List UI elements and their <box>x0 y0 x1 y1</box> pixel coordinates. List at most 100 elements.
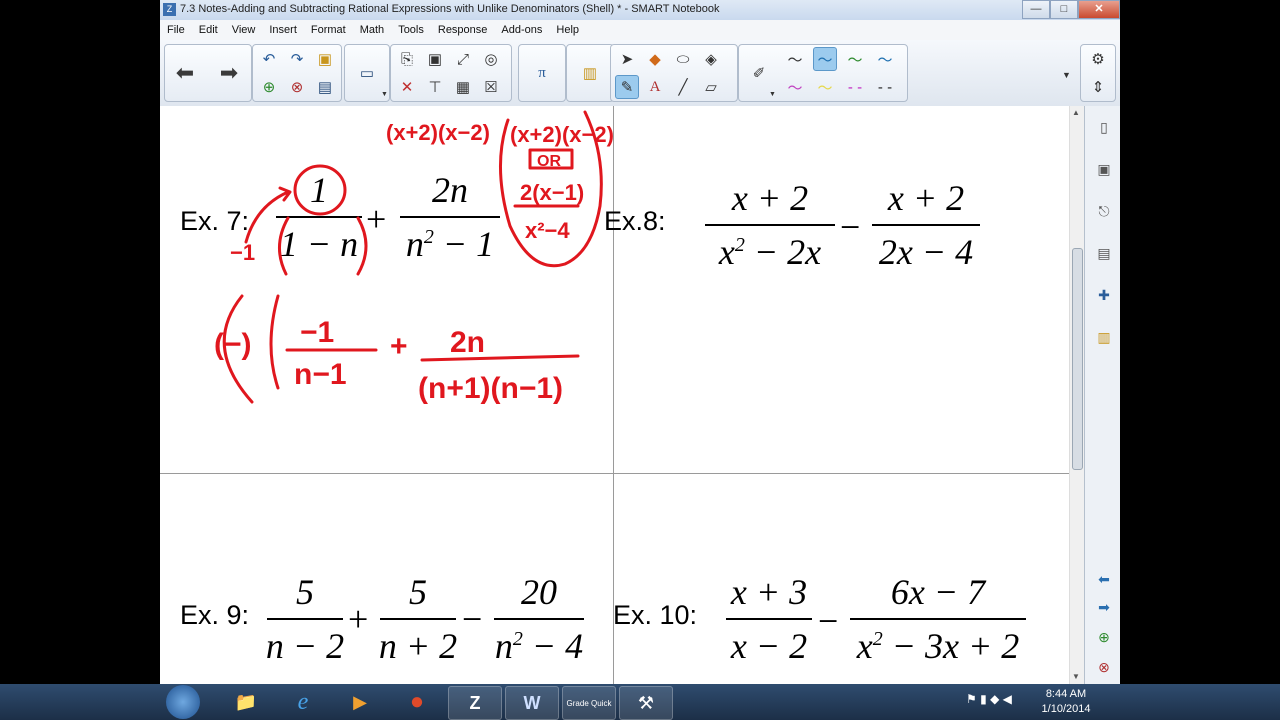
menu-view[interactable]: View <box>225 24 263 36</box>
drawing-tools-group: ➤ ◆ ⬭ ◈ ✎ A ╱ ▱ <box>610 44 738 102</box>
close-button[interactable]: ✕ <box>1078 0 1120 19</box>
eraser-icon[interactable]: ⬭ <box>671 47 695 71</box>
response-icon[interactable]: ▥ <box>578 61 602 85</box>
attachments-icon[interactable]: ⎋ <box>1093 200 1115 222</box>
gear-icon[interactable]: ⚙ <box>1086 47 1110 71</box>
window-controls: — □ ✕ <box>1022 0 1120 19</box>
word-icon[interactable]: W <box>505 686 559 720</box>
grade-quick-icon[interactable]: Grade Quick <box>562 686 616 720</box>
handwritten-frac2-numerator: 2n <box>450 326 485 359</box>
handwritten-top-right-denominator: (x+2)(x−2) <box>510 122 614 147</box>
text-icon[interactable]: A <box>643 75 667 99</box>
delete-icon[interactable]: ☒ <box>479 75 503 99</box>
chrome-icon[interactable]: ● <box>391 686 443 718</box>
windows-start-button[interactable] <box>166 685 200 719</box>
delete-page-side-icon[interactable]: ⊗ <box>1093 656 1115 678</box>
dropbox-icon[interactable]: ◆ <box>990 692 999 706</box>
gallery-icon[interactable]: ◎ <box>479 47 503 71</box>
media-player-icon[interactable]: ▶ <box>334 686 386 718</box>
maximize-button[interactable]: □ <box>1050 0 1078 19</box>
document-camera-icon[interactable]: ⊤ <box>423 75 447 99</box>
properties-icon[interactable]: ▤ <box>1093 242 1115 264</box>
add-page-icon[interactable]: ⊕ <box>257 75 281 99</box>
math-tools-icon[interactable]: π <box>530 61 554 85</box>
file-explorer-icon[interactable]: 📁 <box>220 686 272 718</box>
menu-tools[interactable]: Tools <box>391 24 431 36</box>
add-page-side-icon[interactable]: ⊕ <box>1093 626 1115 648</box>
toolbar-expand-dropdown-icon[interactable]: ▼ <box>1062 70 1071 80</box>
clock-time: 8:44 AM <box>1045 688 1087 700</box>
full-screen-icon[interactable]: ⤢ <box>451 47 475 71</box>
network-icon[interactable]: ▮ <box>980 692 987 706</box>
menu-format[interactable]: Format <box>304 24 353 36</box>
handwriting-layer: (x+2)(x−2) (x+2)(x−2) OR 2(x−1) x²−4 −1 … <box>214 110 614 405</box>
delete-page-icon[interactable]: ⊗ <box>285 75 309 99</box>
gallery-tab-icon[interactable]: ▣ <box>1093 158 1115 180</box>
response-tab-icon[interactable]: ▥ <box>1093 326 1115 348</box>
table-icon[interactable]: ▦ <box>451 75 475 99</box>
action-center-flag-icon[interactable]: ⚑ <box>966 692 977 706</box>
minimize-button[interactable]: — <box>1022 0 1050 19</box>
system-tray: ⚑ ▮ ◆ ◀ <box>966 692 1012 706</box>
line-icon[interactable]: ╱ <box>671 75 695 99</box>
scroll-down-icon[interactable]: ▼ <box>1072 672 1080 681</box>
forward-arrow-icon[interactable]: ➡ <box>217 60 241 85</box>
screen-capture-icon[interactable]: ▣ <box>423 47 447 71</box>
window-title: 7.3 Notes-Adding and Subtracting Rationa… <box>180 3 720 15</box>
menu-file[interactable]: File <box>160 24 192 36</box>
paste-icon[interactable]: ⎘ <box>395 47 419 71</box>
magic-pen-icon[interactable]: ▱ <box>699 75 723 99</box>
toolbar-move-icon[interactable]: ⇕ <box>1086 75 1110 99</box>
menu-math[interactable]: Math <box>353 24 391 36</box>
undo-icon[interactable]: ↶ <box>257 47 281 71</box>
notebook-page[interactable]: Ex. 7: 1 1 − n + 2n n2 − 1 Ex.8: x + 2 x… <box>160 106 1069 684</box>
menu-response[interactable]: Response <box>431 24 495 36</box>
numerator-circle <box>293 164 347 216</box>
page-sorter-icon[interactable]: ▯ <box>1093 116 1115 138</box>
handwritten-negative-factor: (−) <box>214 328 252 361</box>
cut-icon[interactable]: ✕ <box>395 75 419 99</box>
pen-style-blue2-icon[interactable]: 〜 <box>873 47 897 71</box>
shapes-icon[interactable]: ◆ <box>643 47 667 71</box>
denominator-left-paren <box>278 216 290 276</box>
nav-group: ⬅ ➡ <box>164 44 252 102</box>
pen-style-black-icon[interactable]: 〜 <box>783 47 807 71</box>
internet-explorer-icon[interactable]: e <box>277 686 329 718</box>
smart-notebook-app-icon: Z <box>163 3 176 16</box>
menu-help[interactable]: Help <box>549 24 586 36</box>
handwritten-alt-numerator: 2(x−1) <box>520 180 584 205</box>
menu-edit[interactable]: Edit <box>192 24 225 36</box>
pen-style-purple-icon[interactable]: 〜 <box>783 75 807 99</box>
scroll-thumb[interactable] <box>1072 248 1083 470</box>
handwritten-frac1-denominator: n−1 <box>294 358 347 391</box>
menu-insert[interactable]: Insert <box>262 24 304 36</box>
previous-page-icon[interactable]: ⬅ <box>1093 568 1115 590</box>
pen-style-yellow-icon[interactable]: 〜 <box>813 75 837 99</box>
pens-icon[interactable]: ✎ <box>615 75 639 99</box>
screen-shade-icon[interactable]: ▭ <box>355 61 379 85</box>
pen-style-magenta-icon[interactable]: - - <box>843 75 867 99</box>
scroll-up-icon[interactable]: ▲ <box>1072 108 1080 117</box>
add-ons-icon[interactable]: ✚ <box>1093 284 1115 306</box>
smart-notebook-taskbar-icon[interactable]: Z <box>448 686 502 720</box>
display-dropdown-icon[interactable]: ▼ <box>381 91 388 98</box>
select-pointer-icon[interactable]: ➤ <box>615 47 639 71</box>
pen-icon[interactable]: ✐ <box>747 61 771 85</box>
pen-style-blue-icon[interactable]: 〜 <box>813 47 837 71</box>
fill-icon[interactable]: ◈ <box>699 47 723 71</box>
redo-icon[interactable]: ↷ <box>285 47 309 71</box>
pen-style-green-icon[interactable]: 〜 <box>843 47 867 71</box>
pen-dropdown-icon[interactable]: ▼ <box>769 91 776 98</box>
page-scrollbar[interactable]: ▲ ▼ <box>1069 106 1084 684</box>
open-folder-icon[interactable]: ▣ <box>313 47 337 71</box>
pen-style-dashed-icon[interactable]: - - <box>873 75 897 99</box>
save-icon[interactable]: ▤ <box>313 75 337 99</box>
menu-add-ons[interactable]: Add-ons <box>494 24 549 36</box>
next-page-icon[interactable]: ➡ <box>1093 596 1115 618</box>
clock-date: 1/10/2014 <box>1041 703 1091 715</box>
back-arrow-icon[interactable]: ⬅ <box>173 60 197 85</box>
system-clock[interactable]: 8:44 AM 1/10/2014 <box>1036 687 1096 717</box>
volume-icon[interactable]: ◀ <box>1003 692 1012 706</box>
handwritten-alt-denominator: x²−4 <box>525 218 570 243</box>
utility-icon[interactable]: ⚒ <box>619 686 673 720</box>
